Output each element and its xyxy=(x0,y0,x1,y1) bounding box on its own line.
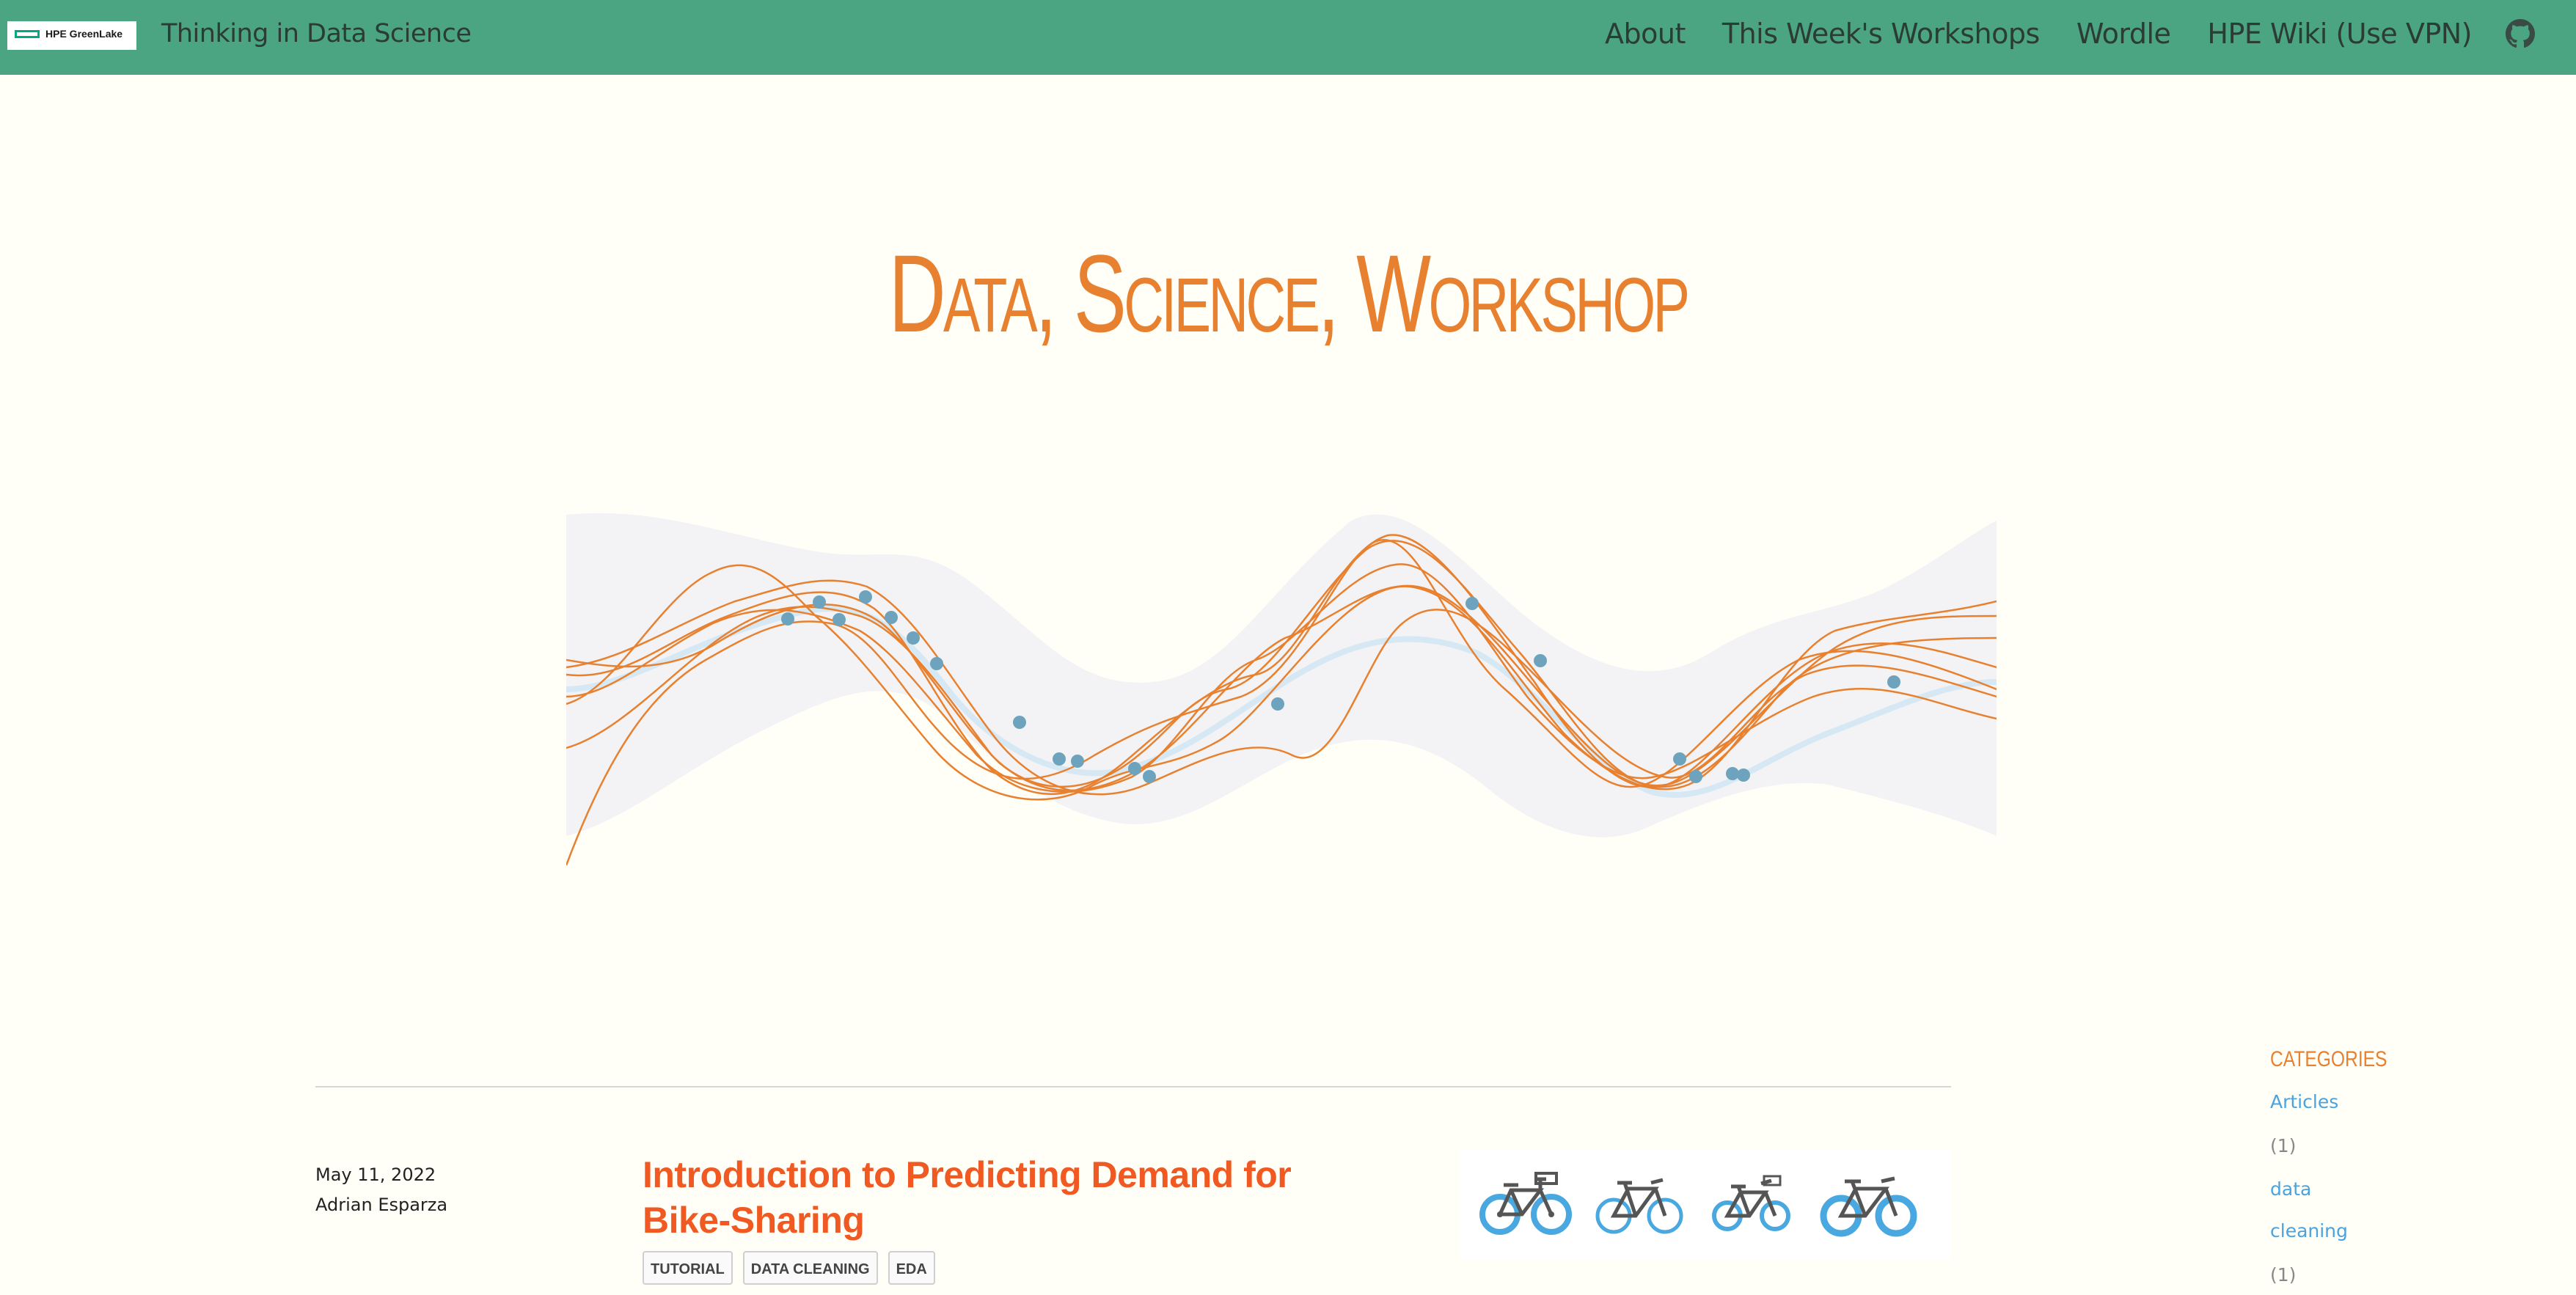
github-icon[interactable] xyxy=(2506,19,2535,48)
data-point xyxy=(1128,762,1141,775)
site-title[interactable]: Thinking in Data Science xyxy=(161,19,472,48)
data-point xyxy=(1737,768,1750,782)
data-point xyxy=(859,590,872,604)
hero-figure xyxy=(566,513,1997,866)
tag-data-cleaning[interactable]: DATA CLEANING xyxy=(742,1251,878,1285)
section-divider xyxy=(315,1086,1951,1087)
nav-link-about[interactable]: About xyxy=(1605,18,1686,50)
tag-eda[interactable]: EDA xyxy=(888,1251,935,1285)
data-point xyxy=(781,612,794,626)
nav-links: About This Week's Workshops Wordle HPE W… xyxy=(1568,18,2535,50)
data-point xyxy=(1466,597,1479,610)
data-point xyxy=(1271,697,1284,711)
data-point xyxy=(813,595,826,609)
logo-text: HPE GreenLake xyxy=(45,28,123,40)
category-articles-link[interactable]: Articles xyxy=(2270,1091,2338,1112)
post-date: May 11, 2022 xyxy=(315,1164,436,1185)
hero-title: Data, Science, Workshop xyxy=(888,232,1690,355)
nav-link-wordle[interactable]: Wordle xyxy=(2076,18,2171,50)
data-point xyxy=(885,611,898,624)
data-point xyxy=(1887,675,1900,689)
tag-tutorial[interactable]: TUTORIAL xyxy=(643,1251,733,1285)
data-point xyxy=(1013,716,1026,729)
data-point xyxy=(1534,654,1547,667)
data-point xyxy=(930,657,943,670)
category-articles-count: (1) xyxy=(2270,1135,2297,1156)
data-point xyxy=(1053,752,1066,766)
bicycle-icon xyxy=(1820,1176,1917,1237)
category-data-cleaning-link-line1[interactable]: data xyxy=(2270,1178,2311,1200)
data-point xyxy=(907,631,920,645)
data-point xyxy=(1071,755,1084,768)
hpe-logo-mark xyxy=(15,30,40,38)
data-point xyxy=(833,613,846,626)
bicycles-illustration xyxy=(1479,1172,1917,1237)
bicycle-icon xyxy=(1479,1172,1572,1235)
uncertainty-band xyxy=(566,513,1997,837)
bicycle-icon xyxy=(1595,1178,1683,1234)
category-data-cleaning-link-line2[interactable]: cleaning xyxy=(2270,1220,2348,1241)
data-point xyxy=(1143,770,1156,783)
data-point xyxy=(1673,752,1686,766)
hpe-greenlake-logo[interactable]: HPE GreenLake xyxy=(7,21,136,50)
category-data-cleaning-count: (1) xyxy=(2270,1264,2297,1285)
top-navbar: HPE GreenLake Thinking in Data Science A… xyxy=(0,0,2576,75)
post-author: Adrian Esparza xyxy=(315,1195,448,1215)
data-point xyxy=(1689,770,1702,783)
bicycle-icon xyxy=(1712,1175,1790,1231)
post-tags: TUTORIAL DATA CLEANING EDA xyxy=(643,1251,945,1285)
post-title-link[interactable]: Introduction to Predicting Demand for Bi… xyxy=(643,1152,1376,1243)
post-thumbnail[interactable] xyxy=(1460,1150,1951,1260)
nav-link-workshops[interactable]: This Week's Workshops xyxy=(1722,18,2040,50)
categories-heading: CATEGORIES xyxy=(2270,1047,2387,1071)
nav-link-hpe-wiki[interactable]: HPE Wiki (Use VPN) xyxy=(2207,18,2472,50)
